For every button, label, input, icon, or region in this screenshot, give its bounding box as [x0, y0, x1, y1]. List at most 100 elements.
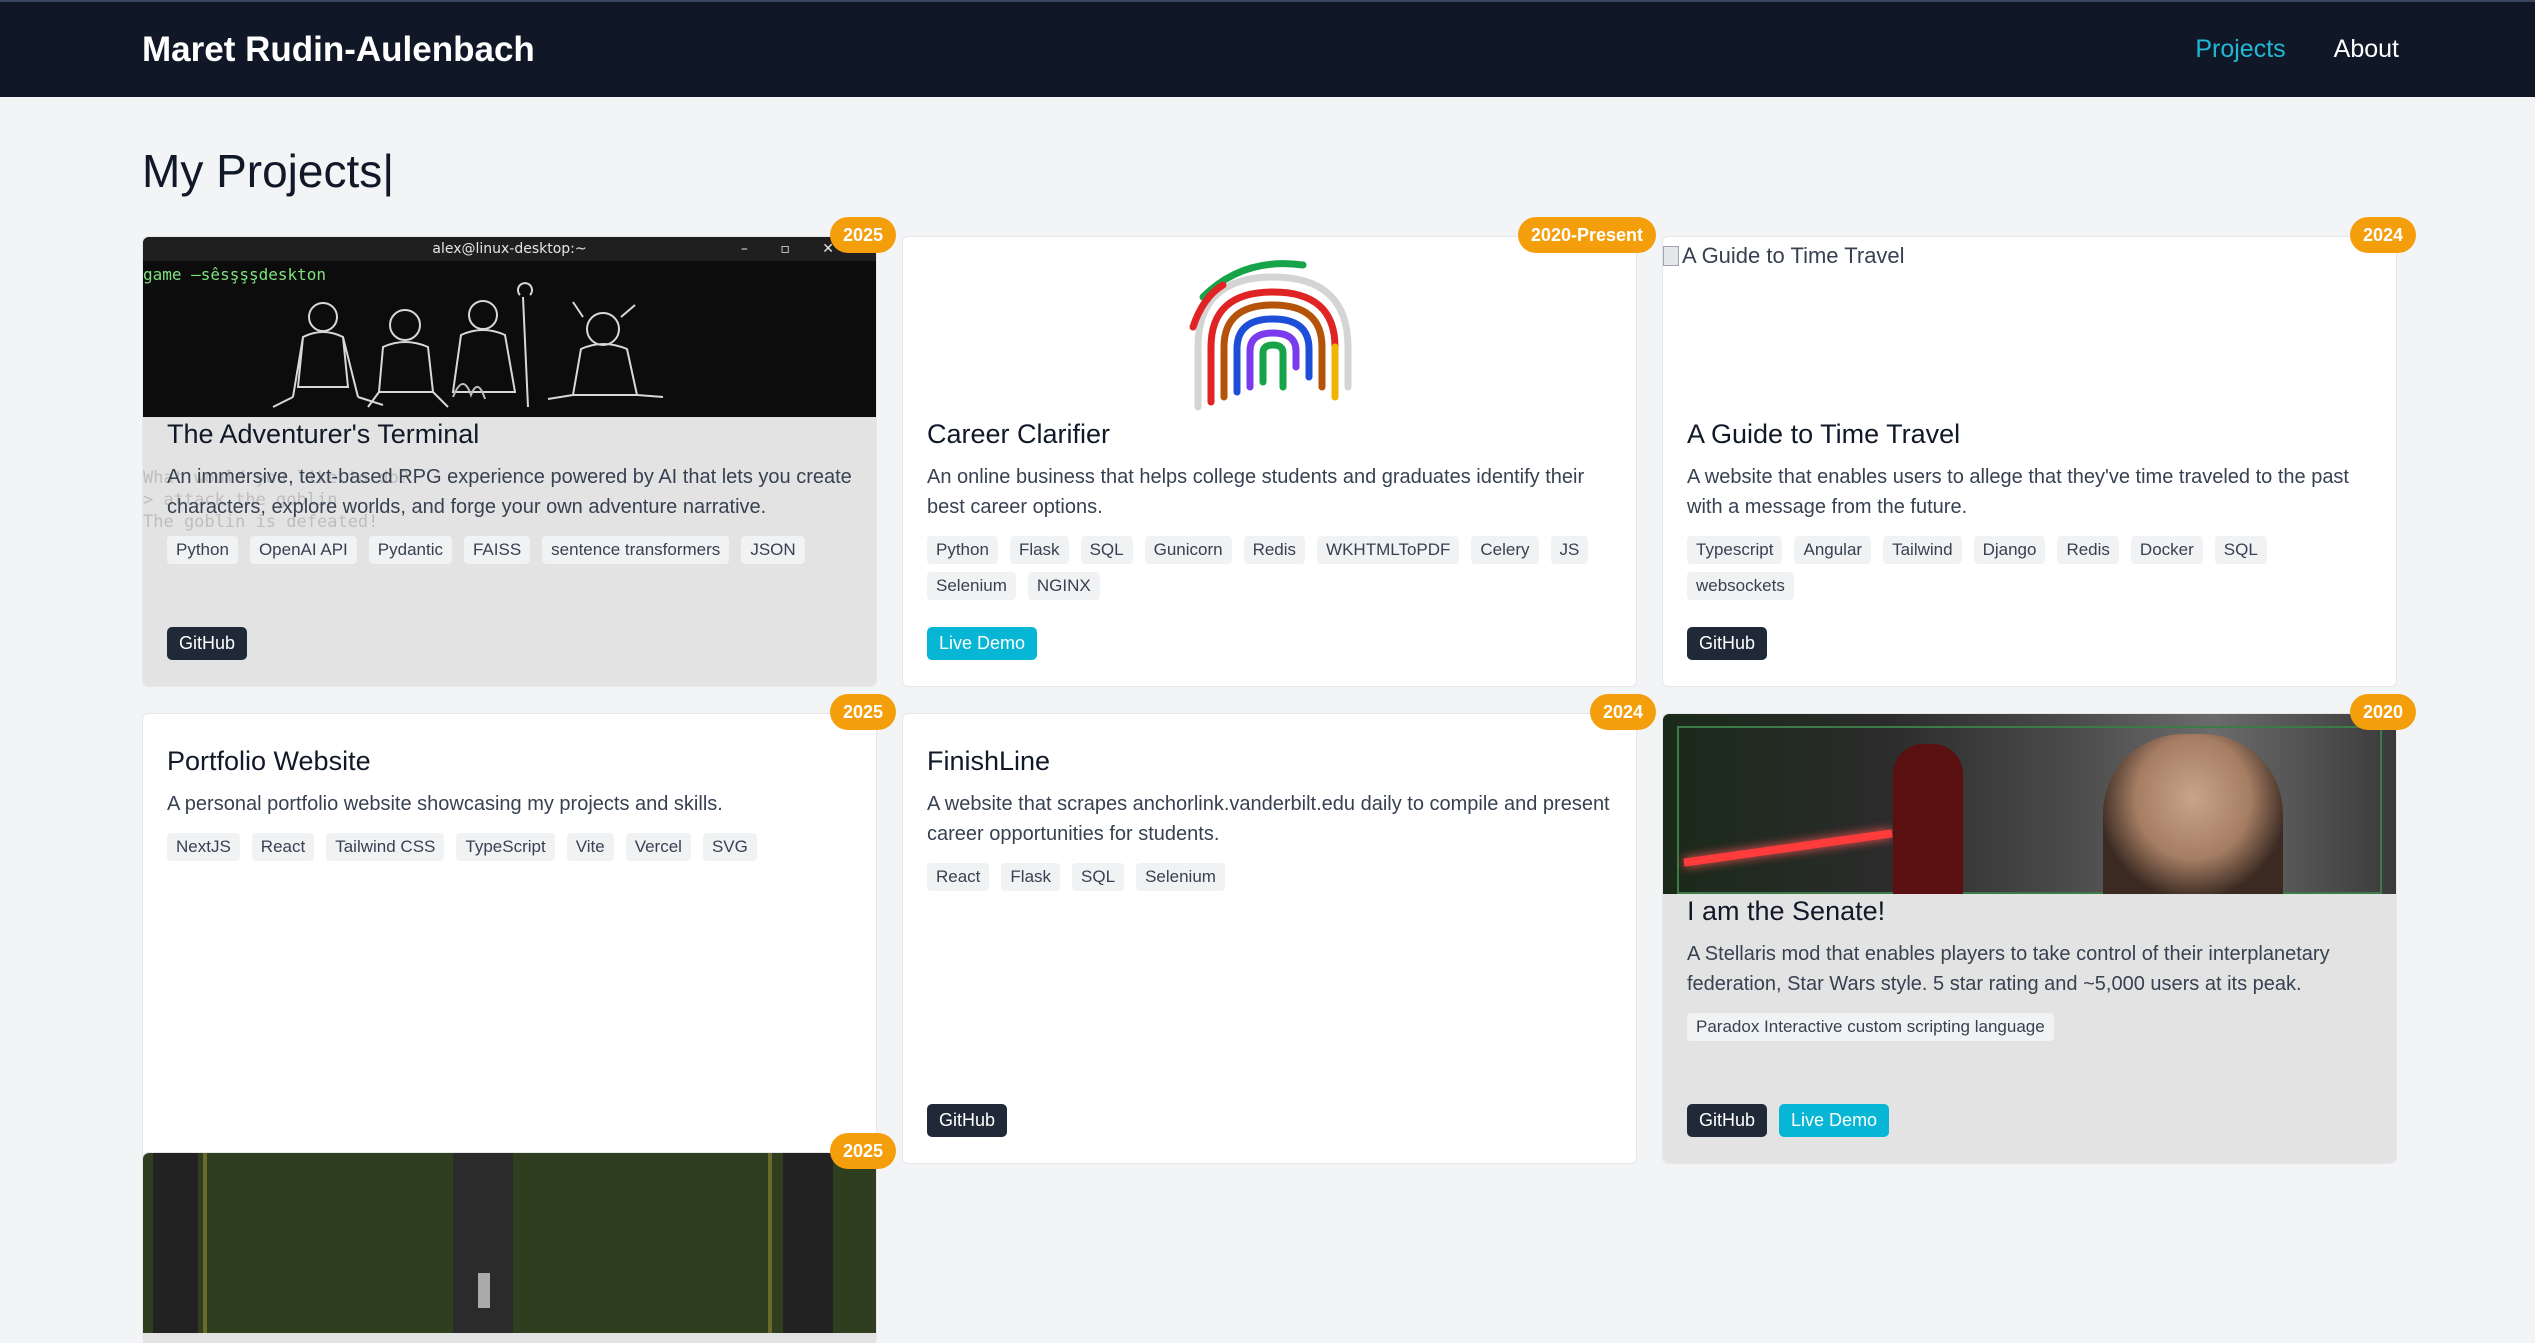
- year-badge: 2024: [2349, 217, 2416, 253]
- card-body: A Guide to Time Travel A website that en…: [1663, 417, 2396, 686]
- top-nav: Maret Rudin-Aulenbach Projects About: [0, 0, 2535, 97]
- tag: Tailwind: [1883, 536, 1962, 565]
- tag: NextJS: [167, 833, 240, 862]
- tag: FAISS: [463, 536, 531, 565]
- tag: Celery: [1471, 536, 1539, 565]
- tag: Pydantic: [368, 536, 452, 565]
- project-card-career-clarifier: 2020-Present Career Clarifier An online: [902, 217, 1656, 687]
- tag: OpenAI API: [249, 536, 357, 565]
- tag: Vercel: [625, 833, 691, 862]
- tag: Vite: [566, 833, 614, 862]
- year-badge: 2025: [829, 1133, 896, 1169]
- tag: Django: [1973, 536, 2046, 565]
- tag: SQL: [1072, 863, 1125, 892]
- card-title: A Guide to Time Travel: [1687, 419, 1961, 449]
- nav-links: Projects About: [2195, 35, 2399, 64]
- fingerprint-icon: [1189, 260, 1352, 411]
- year-badge: 2024: [1589, 694, 1656, 730]
- card-description: An online business that helps college st…: [927, 466, 1585, 519]
- card-description: A Stellaris mod that enables players to …: [1687, 943, 2330, 996]
- tag: Flask: [1001, 863, 1061, 892]
- tag: JS: [1550, 536, 1589, 565]
- fingerprint-logo: [903, 237, 1636, 417]
- tag: Typescript: [1687, 536, 1783, 565]
- card-buttons: GitHub: [1687, 627, 1768, 660]
- project-card-time-travel: 2024 A Guide to Time Travel A Guide to T…: [1662, 217, 2416, 687]
- card-title: The Adventurer's Terminal: [167, 419, 480, 449]
- tag: Selenium: [927, 572, 1016, 601]
- senate-screenshot: [1663, 714, 2396, 894]
- tag: Paradox Interactive custom scripting lan…: [1687, 1013, 2054, 1042]
- tag-list: Python OpenAI API Pydantic FAISS sentenc…: [167, 536, 852, 565]
- terminal-screenshot: alex@linux-desktop:~ – ▫ ✕ game —sêsşşşd…: [143, 237, 876, 417]
- palpatine-figure: [1893, 744, 1963, 894]
- card-title: Career Clarifier: [927, 419, 1111, 449]
- image-alt-text: A Guide to Time Travel: [1682, 243, 1905, 268]
- card-body: FinishLine A website that scrapes anchor…: [903, 744, 1636, 1163]
- broken-image-icon: [1663, 246, 1679, 266]
- nav-about-link[interactable]: About: [2334, 35, 2399, 64]
- site-brand[interactable]: Maret Rudin-Aulenbach: [142, 30, 535, 70]
- card-title: Portfolio Website: [167, 746, 371, 776]
- broken-image: A Guide to Time Travel: [1663, 237, 2396, 417]
- palpatine-portrait: [2103, 734, 2283, 894]
- tag: NGINX: [1027, 572, 1100, 601]
- card-description: A personal portfolio website showcasing …: [167, 793, 723, 816]
- live-demo-button[interactable]: Live Demo: [927, 627, 1038, 660]
- project-card-portfolio: 2025 Portfolio Website A personal portfo…: [142, 694, 896, 1164]
- tag: Docker: [2130, 536, 2203, 565]
- year-badge: 2020: [2349, 694, 2416, 730]
- project-card-senate: 2020 I am the Senate! A Stellaris mod th…: [1662, 694, 2416, 1164]
- project-card-adventurers-terminal: 2025 alex@linux-desktop:~ – ▫ ✕ game —sê…: [142, 217, 896, 687]
- tag: sentence transformers: [542, 536, 730, 565]
- project-card-finishline: 2024 FinishLine A website that scrapes a…: [902, 694, 1656, 1164]
- tag-list: Typescript Angular Tailwind Django Redis…: [1687, 536, 2372, 601]
- card-buttons: GitHub: [927, 1104, 1008, 1137]
- tag: Redis: [2057, 536, 2119, 565]
- year-badge: 2025: [829, 217, 896, 253]
- page-title: My Projects|: [142, 145, 395, 197]
- tag: Flask: [1009, 536, 1069, 565]
- tag: Selenium: [1136, 863, 1225, 892]
- tag: Redis: [1243, 536, 1306, 565]
- tag: Gunicorn: [1144, 536, 1232, 565]
- card-buttons: GitHub: [167, 627, 248, 660]
- card-body: The Adventurer's Terminal An immersive, …: [143, 417, 876, 686]
- tag: JSON: [741, 536, 805, 565]
- tag: Angular: [1794, 536, 1872, 565]
- github-button[interactable]: GitHub: [1687, 1104, 1768, 1137]
- github-button[interactable]: GitHub: [167, 627, 248, 660]
- card-title: FinishLine: [927, 746, 1051, 776]
- tag: SQL: [1080, 536, 1133, 565]
- adventurers-illustration: [272, 282, 664, 408]
- year-badge: 2025: [829, 694, 896, 730]
- live-demo-button[interactable]: Live Demo: [1779, 1104, 1890, 1137]
- tag: React: [251, 833, 315, 862]
- tag: Python: [167, 536, 238, 565]
- card-body: Portfolio Website A personal portfolio w…: [143, 744, 876, 1163]
- card-description: A website that scrapes anchorlink.vander…: [927, 793, 1610, 846]
- github-button[interactable]: GitHub: [927, 1104, 1008, 1137]
- tag: WKHTMLToPDF: [1317, 536, 1460, 565]
- tag-list: Python Flask SQL Gunicorn Redis WKHTMLTo…: [927, 536, 1612, 601]
- tag: React: [927, 863, 990, 892]
- tag: Python: [927, 536, 998, 565]
- tag: Tailwind CSS: [326, 833, 445, 862]
- nav-projects-link[interactable]: Projects: [2195, 35, 2285, 64]
- tag: TypeScript: [456, 833, 555, 862]
- year-badge: 2020-Present: [1517, 217, 1656, 253]
- card-buttons: GitHub Live Demo: [1687, 1104, 1890, 1137]
- game-screenshot: [143, 1153, 876, 1333]
- github-button[interactable]: GitHub: [1687, 627, 1768, 660]
- tag: websockets: [1687, 572, 1794, 601]
- tag: SQL: [2214, 536, 2267, 565]
- tag-list: React Flask SQL Selenium: [927, 863, 1612, 892]
- card-description: A website that enables users to allege t…: [1687, 466, 2349, 519]
- card-title: I am the Senate!: [1687, 896, 1886, 926]
- tag-list: NextJS React Tailwind CSS TypeScript Vit…: [167, 833, 852, 862]
- tag-list: Paradox Interactive custom scripting lan…: [1687, 1013, 2372, 1042]
- project-card-partial: 2025: [142, 1133, 896, 1343]
- card-description: An immersive, text-based RPG experience …: [167, 466, 852, 519]
- card-buttons: Live Demo: [927, 627, 1038, 660]
- terminal-window-title: alex@linux-desktop:~: [432, 241, 587, 257]
